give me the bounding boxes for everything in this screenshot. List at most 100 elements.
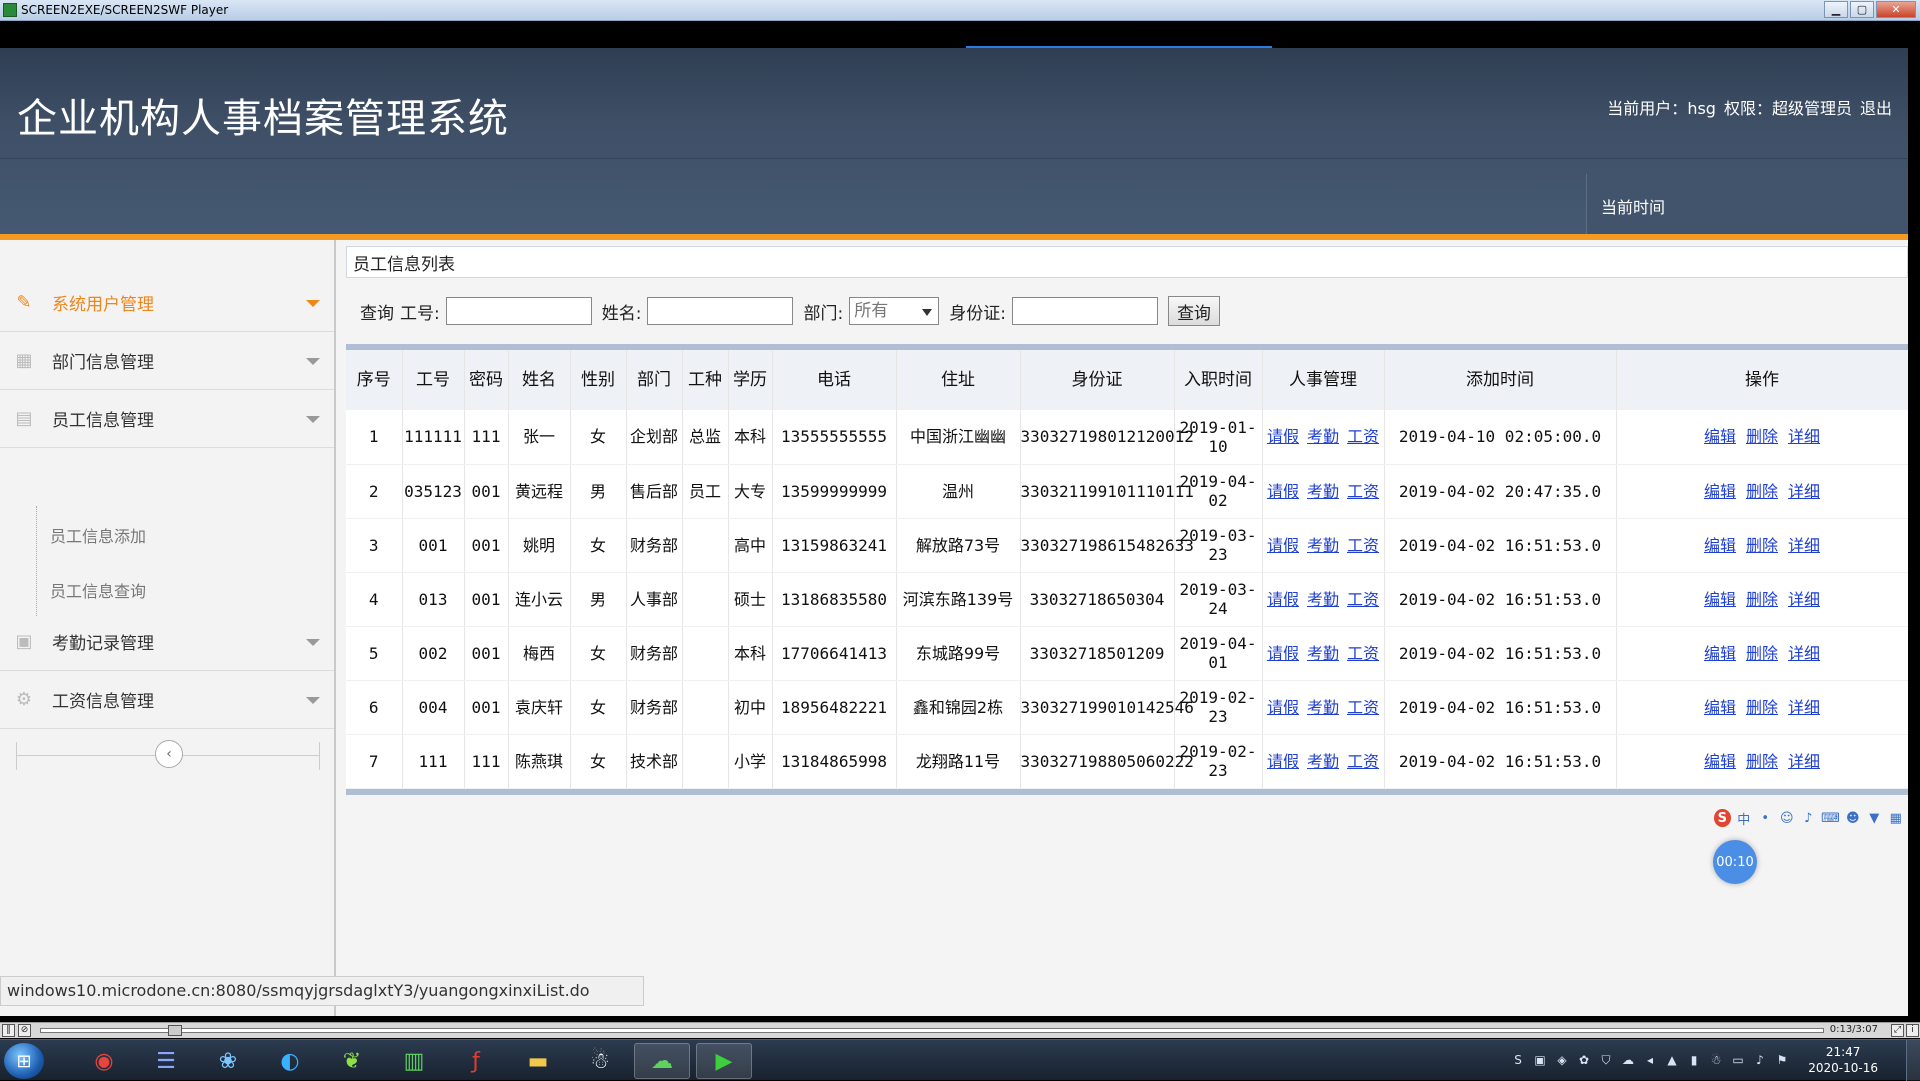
monitor-tray-icon[interactable]: ▭ (1730, 1052, 1746, 1068)
folder-icon[interactable]: ▬ (510, 1043, 566, 1079)
delete-link[interactable]: 删除 (1746, 590, 1778, 609)
sidebar-subitem-query-employee[interactable]: 员工信息查询 (50, 578, 146, 602)
employee-id-input[interactable] (445, 297, 592, 325)
query-button[interactable]: 查询 (1167, 296, 1220, 326)
stop-icon[interactable]: ⊘ (18, 1024, 31, 1037)
leave-link[interactable]: 请假 (1267, 590, 1299, 609)
user-icon[interactable]: ☻ (1845, 809, 1862, 827)
sidebar-item-departments[interactable]: ▦ 部门信息管理 (0, 332, 334, 390)
salary-link[interactable]: 工资 (1347, 536, 1379, 555)
screen-recorder-icon[interactable]: ▶ (696, 1043, 752, 1079)
qq-icon[interactable]: ☃ (572, 1043, 628, 1079)
leave-link[interactable]: 请假 (1267, 482, 1299, 501)
detail-link[interactable]: 详细 (1788, 536, 1820, 555)
battery-tray-icon[interactable]: ▮ (1686, 1052, 1702, 1068)
delete-link[interactable]: 删除 (1746, 644, 1778, 663)
fullscreen-icon[interactable]: ⤢ (1891, 1024, 1904, 1037)
cloud-icon[interactable]: ❀ (200, 1043, 256, 1079)
attendance-link[interactable]: 考勤 (1307, 590, 1339, 609)
keyboard-icon[interactable]: ⌨ (1821, 809, 1840, 827)
delete-link[interactable]: 删除 (1746, 698, 1778, 717)
wechat-tray-icon[interactable]: ☁ (1620, 1052, 1636, 1068)
leaf-app-icon[interactable]: ❦ (324, 1043, 380, 1079)
leave-link[interactable]: 请假 (1267, 644, 1299, 663)
attendance-link[interactable]: 考勤 (1307, 698, 1339, 717)
delete-link[interactable]: 删除 (1746, 752, 1778, 771)
punctuation-icon[interactable]: • (1757, 809, 1774, 827)
edit-link[interactable]: 编辑 (1704, 590, 1736, 609)
minimize-icon[interactable]: ▁ (1824, 1, 1848, 18)
attendance-link[interactable]: 考勤 (1307, 536, 1339, 555)
browser-icon[interactable]: ◐ (262, 1043, 318, 1079)
sidebar-item-employees[interactable]: ▤ 员工信息管理 (0, 390, 334, 448)
pause-icon[interactable]: ‖ (2, 1024, 15, 1037)
volume-icon[interactable]: ♪ (1752, 1052, 1768, 1068)
ime-tray-icon[interactable]: S (1510, 1052, 1526, 1068)
chrome-icon[interactable]: ◉ (76, 1043, 132, 1079)
attendance-link[interactable]: 考勤 (1307, 427, 1339, 446)
start-button[interactable]: ⊞ (4, 1043, 44, 1079)
playback-thumb[interactable] (168, 1025, 182, 1036)
detail-link[interactable]: 详细 (1788, 644, 1820, 663)
flash-icon[interactable]: ƒ (448, 1043, 504, 1079)
shield-icon[interactable]: ⛉ (1598, 1052, 1614, 1068)
edit-link[interactable]: 编辑 (1704, 482, 1736, 501)
chart-app-icon[interactable]: ▥ (386, 1043, 442, 1079)
show-desktop-button[interactable] (1906, 1040, 1920, 1081)
edit-link[interactable]: 编辑 (1704, 536, 1736, 555)
arrow-tray-icon[interactable]: ◂ (1642, 1052, 1658, 1068)
salary-link[interactable]: 工资 (1347, 644, 1379, 663)
department-select[interactable]: 所有 (849, 297, 940, 325)
maximize-icon[interactable]: ▢ (1850, 1, 1874, 18)
detail-link[interactable]: 详细 (1788, 590, 1820, 609)
info-icon[interactable]: i (1906, 1024, 1919, 1037)
detail-link[interactable]: 详细 (1788, 482, 1820, 501)
edit-link[interactable]: 编辑 (1704, 644, 1736, 663)
delete-link[interactable]: 删除 (1746, 482, 1778, 501)
sidebar-item-salary[interactable]: ⚙ 工资信息管理 (0, 671, 334, 729)
edit-link[interactable]: 编辑 (1704, 427, 1736, 446)
detail-link[interactable]: 详细 (1788, 698, 1820, 717)
salary-link[interactable]: 工资 (1347, 698, 1379, 717)
logout-link[interactable]: 退出 (1860, 95, 1892, 119)
edit-link[interactable]: 编辑 (1704, 698, 1736, 717)
attendance-link[interactable]: 考勤 (1307, 752, 1339, 771)
tray-gear-icon[interactable]: ✿ (1576, 1052, 1592, 1068)
name-input[interactable] (647, 297, 794, 325)
wechat-icon[interactable]: ☁ (634, 1043, 690, 1079)
qq-tray-icon[interactable]: ☃ (1708, 1052, 1724, 1068)
sidebar-subitem-add-employee[interactable]: 员工信息添加 (50, 523, 146, 547)
salary-link[interactable]: 工资 (1347, 482, 1379, 501)
salary-link[interactable]: 工资 (1347, 590, 1379, 609)
sidebar-item-system-users[interactable]: ✎ 系统用户管理 (0, 274, 334, 332)
salary-link[interactable]: 工资 (1347, 752, 1379, 771)
taskbar-clock[interactable]: 21:47 2020-10-16 (1808, 1044, 1878, 1076)
detail-link[interactable]: 详细 (1788, 752, 1820, 771)
app-list-icon[interactable]: ☰ (138, 1043, 194, 1079)
detail-link[interactable]: 详细 (1788, 427, 1820, 446)
attendance-link[interactable]: 考勤 (1307, 644, 1339, 663)
tray-box-icon[interactable]: ◈ (1554, 1052, 1570, 1068)
edit-link[interactable]: 编辑 (1704, 752, 1736, 771)
sidebar-item-attendance[interactable]: ▣ 考勤记录管理 (0, 613, 334, 671)
collapse-sidebar-button[interactable]: ‹ (155, 740, 183, 768)
attendance-link[interactable]: 考勤 (1307, 482, 1339, 501)
flag-icon[interactable]: ⚑ (1774, 1052, 1790, 1068)
leave-link[interactable]: 请假 (1267, 752, 1299, 771)
toolbox-icon[interactable]: ▦ (1888, 809, 1905, 827)
network-tray-icon[interactable]: ▲ (1664, 1052, 1680, 1068)
leave-link[interactable]: 请假 (1267, 536, 1299, 555)
delete-link[interactable]: 删除 (1746, 536, 1778, 555)
tray-app-icon[interactable]: ▣ (1532, 1052, 1548, 1068)
playback-track[interactable] (40, 1028, 1824, 1033)
close-icon[interactable]: ✕ (1876, 1, 1916, 18)
sogou-ime-icon[interactable]: S (1714, 809, 1731, 827)
salary-link[interactable]: 工资 (1347, 427, 1379, 446)
emoji-icon[interactable]: ☺ (1779, 809, 1796, 827)
skin-icon[interactable]: ▼ (1866, 809, 1883, 827)
microphone-icon[interactable]: ♪ (1800, 809, 1817, 827)
idcard-input[interactable] (1011, 297, 1158, 325)
leave-link[interactable]: 请假 (1267, 698, 1299, 717)
chinese-mode-icon[interactable]: 中 (1736, 809, 1753, 828)
recording-timer-bubble[interactable]: 00:10 (1713, 840, 1757, 884)
